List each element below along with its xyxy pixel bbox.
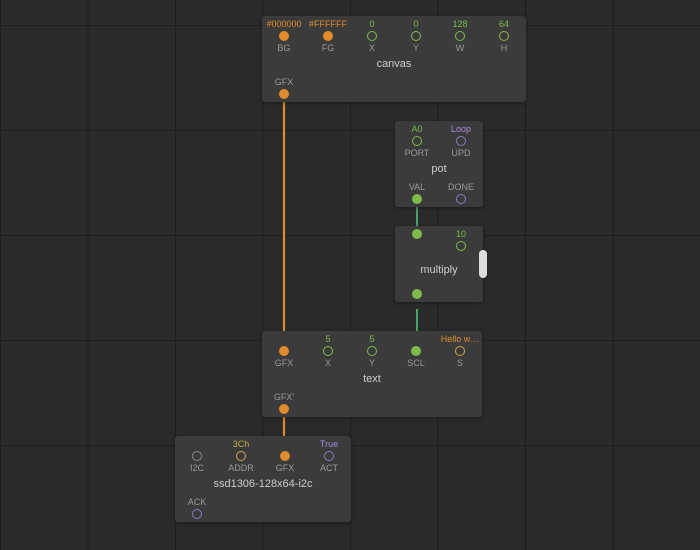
pin-canvas-x[interactable]: 0 X: [350, 18, 394, 54]
port-dot[interactable]: [324, 451, 334, 461]
pin-ssd-i2c[interactable]: I2C: [175, 438, 219, 474]
port-dot[interactable]: [412, 229, 422, 239]
pin-canvas-w[interactable]: 128 W: [438, 18, 482, 54]
port-dot[interactable]: [280, 451, 290, 461]
port-dot[interactable]: [279, 346, 289, 356]
pin-canvas-bg[interactable]: #000000 BG: [262, 18, 306, 54]
node-pot[interactable]: A0 PORT Loop UPD pot VAL DONE: [395, 121, 483, 207]
port-dot[interactable]: [455, 31, 465, 41]
port-dot[interactable]: [499, 31, 509, 41]
node-title: ssd1306-128x64-i2c: [175, 474, 351, 496]
pin-pot-val[interactable]: VAL: [395, 181, 439, 205]
node-title: text: [262, 369, 482, 391]
port-dot[interactable]: [456, 136, 466, 146]
port-dot[interactable]: [279, 31, 289, 41]
pin-ssd-ack[interactable]: ACK: [175, 496, 219, 520]
pin-text-s[interactable]: Hello w… S: [438, 333, 482, 369]
pin-text-x[interactable]: 5 X: [306, 333, 350, 369]
port-dot[interactable]: [412, 136, 422, 146]
pin-canvas-h[interactable]: 64 H: [482, 18, 526, 54]
port-dot[interactable]: [192, 451, 202, 461]
pin-multiply-out[interactable]: [395, 288, 439, 300]
port-dot[interactable]: [456, 241, 466, 251]
pin-multiply-b[interactable]: 10: [439, 228, 483, 252]
pin-text-out-gfx[interactable]: GFX': [262, 391, 306, 415]
node-multiply[interactable]: 10 multiply: [395, 226, 483, 302]
port-dot[interactable]: [367, 31, 377, 41]
pin-multiply-a[interactable]: [395, 228, 439, 252]
port-dot[interactable]: [412, 194, 422, 204]
pin-text-y[interactable]: 5 Y: [350, 333, 394, 369]
port-dot[interactable]: [323, 31, 333, 41]
port-dot[interactable]: [367, 346, 377, 356]
variadic-handle[interactable]: [479, 250, 487, 278]
node-title: multiply: [395, 252, 483, 288]
node-title: canvas: [262, 54, 526, 76]
pin-text-scl[interactable]: SCL: [394, 333, 438, 369]
port-dot[interactable]: [455, 346, 465, 356]
port-dot[interactable]: [412, 289, 422, 299]
pin-text-gfx[interactable]: GFX: [262, 333, 306, 369]
port-dot[interactable]: [456, 194, 466, 204]
pin-canvas-y[interactable]: 0 Y: [394, 18, 438, 54]
port-dot[interactable]: [236, 451, 246, 461]
node-canvas[interactable]: #000000 BG #FFFFFF FG 0 X 0 Y 128 W 64 H: [262, 16, 526, 102]
pin-ssd-act[interactable]: True ACT: [307, 438, 351, 474]
pin-canvas-fg[interactable]: #FFFFFF FG: [306, 18, 350, 54]
port-dot[interactable]: [192, 509, 202, 519]
pin-pot-upd[interactable]: Loop UPD: [439, 123, 483, 159]
pin-pot-port[interactable]: A0 PORT: [395, 123, 439, 159]
node-text[interactable]: GFX 5 X 5 Y SCL Hello w… S text GFX': [262, 331, 482, 417]
port-dot[interactable]: [411, 346, 421, 356]
node-title: pot: [395, 159, 483, 181]
pin-pot-done[interactable]: DONE: [439, 181, 483, 205]
port-dot[interactable]: [411, 31, 421, 41]
port-dot[interactable]: [279, 89, 289, 99]
pin-ssd-addr[interactable]: 3Ch ADDR: [219, 438, 263, 474]
port-dot[interactable]: [323, 346, 333, 356]
pin-ssd-gfx[interactable]: GFX: [263, 438, 307, 474]
node-ssd1306[interactable]: I2C 3Ch ADDR GFX True ACT ssd1306-128x64…: [175, 436, 351, 522]
port-dot[interactable]: [279, 404, 289, 414]
pin-canvas-out-gfx[interactable]: GFX: [262, 76, 306, 100]
